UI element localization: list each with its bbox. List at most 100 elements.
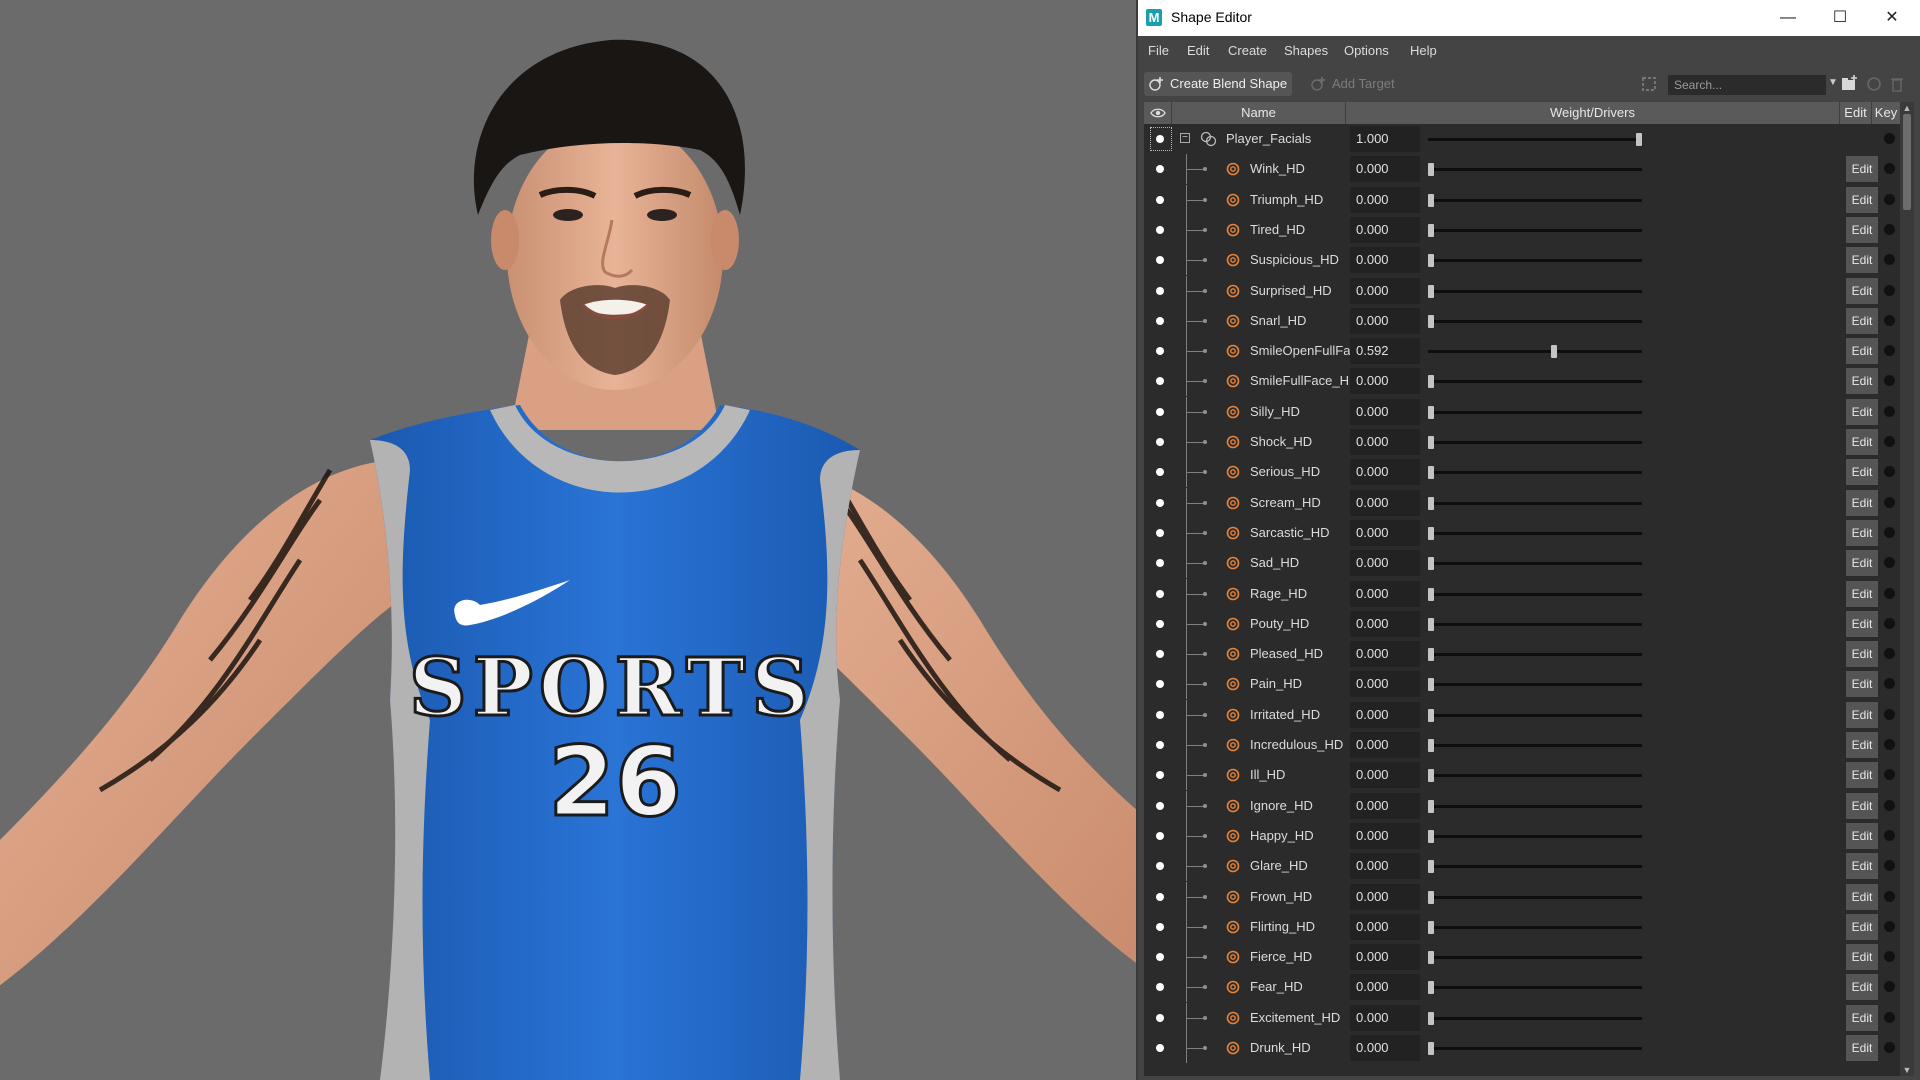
weight-field[interactable]: 0.000: [1350, 368, 1420, 394]
weight-field[interactable]: 0.000: [1350, 459, 1420, 485]
edit-button[interactable]: Edit: [1846, 187, 1878, 213]
edit-button[interactable]: Edit: [1846, 914, 1878, 940]
slider-handle[interactable]: [1428, 951, 1434, 964]
weight-field[interactable]: 0.000: [1350, 1035, 1420, 1061]
weight-field[interactable]: 0.000: [1350, 823, 1420, 849]
key-button[interactable]: [1884, 981, 1895, 992]
edit-button[interactable]: Edit: [1846, 823, 1878, 849]
visibility-toggle[interactable]: [1156, 983, 1164, 991]
key-button[interactable]: [1884, 345, 1895, 356]
minimize-button[interactable]: —: [1762, 0, 1814, 36]
visibility-toggle[interactable]: [1156, 347, 1164, 355]
weight-field[interactable]: 0.000: [1350, 762, 1420, 788]
target-row[interactable]: Sarcastic_HD 0.000 Edit: [1144, 518, 1900, 548]
visibility-toggle[interactable]: [1156, 377, 1164, 385]
target-row[interactable]: Fierce_HD 0.000 Edit: [1144, 942, 1900, 972]
visibility-toggle[interactable]: [1156, 196, 1164, 204]
target-row[interactable]: Silly_HD 0.000 Edit: [1144, 397, 1900, 427]
key-button[interactable]: [1884, 618, 1895, 629]
slider-handle[interactable]: [1636, 133, 1642, 146]
target-row[interactable]: Pleased_HD 0.000 Edit: [1144, 639, 1900, 669]
slider-handle[interactable]: [1428, 406, 1434, 419]
target-row[interactable]: Drunk_HD 0.000 Edit: [1144, 1033, 1900, 1063]
weight-field[interactable]: 0.000: [1350, 429, 1420, 455]
weight-slider[interactable]: [1428, 678, 1642, 691]
weight-slider[interactable]: [1428, 224, 1642, 237]
visibility-toggle[interactable]: [1156, 620, 1164, 628]
slider-handle[interactable]: [1551, 345, 1558, 358]
visibility-toggle[interactable]: [1156, 802, 1164, 810]
menu-shapes[interactable]: Shapes: [1284, 43, 1328, 58]
target-row[interactable]: Incredulous_HD 0.000 Edit: [1144, 730, 1900, 760]
slider-handle[interactable]: [1428, 194, 1434, 207]
key-button[interactable]: [1884, 800, 1895, 811]
slider-handle[interactable]: [1428, 1012, 1434, 1025]
visibility-toggle[interactable]: [1156, 1044, 1164, 1052]
edit-button[interactable]: Edit: [1846, 974, 1878, 1000]
visibility-toggle[interactable]: [1156, 711, 1164, 719]
visibility-toggle[interactable]: [1156, 771, 1164, 779]
weight-slider[interactable]: [1428, 860, 1642, 873]
visibility-toggle[interactable]: [1156, 741, 1164, 749]
edit-button[interactable]: Edit: [1846, 884, 1878, 910]
menu-edit[interactable]: Edit: [1187, 43, 1209, 58]
collapse-toggle[interactable]: −: [1180, 133, 1190, 143]
key-button[interactable]: [1884, 709, 1895, 720]
key-column-header[interactable]: Key: [1872, 102, 1900, 124]
vertical-scrollbar[interactable]: ▲ ▼: [1900, 102, 1914, 1076]
weight-slider[interactable]: [1428, 648, 1642, 661]
weight-slider[interactable]: [1428, 951, 1642, 964]
slider-handle[interactable]: [1428, 769, 1434, 782]
weight-field[interactable]: 0.000: [1350, 550, 1420, 576]
weight-slider[interactable]: [1428, 194, 1642, 207]
key-button[interactable]: [1884, 921, 1895, 932]
weight-field[interactable]: 0.000: [1350, 217, 1420, 243]
create-blend-shape-button[interactable]: Create Blend Shape: [1144, 72, 1292, 96]
edit-button[interactable]: Edit: [1846, 550, 1878, 576]
slider-handle[interactable]: [1428, 981, 1434, 994]
slider-handle[interactable]: [1428, 527, 1434, 540]
slider-handle[interactable]: [1428, 315, 1434, 328]
edit-button[interactable]: Edit: [1846, 732, 1878, 758]
target-row[interactable]: Sad_HD 0.000 Edit: [1144, 548, 1900, 578]
key-button[interactable]: [1884, 194, 1895, 205]
weight-slider[interactable]: [1428, 557, 1642, 570]
delete-icon[interactable]: [1888, 75, 1906, 93]
target-row[interactable]: Shock_HD 0.000 Edit: [1144, 427, 1900, 457]
weight-field[interactable]: 0.000: [1350, 944, 1420, 970]
visibility-toggle[interactable]: [1156, 1014, 1164, 1022]
key-button[interactable]: [1884, 1042, 1895, 1053]
weight-slider[interactable]: [1428, 800, 1642, 813]
visibility-toggle[interactable]: [1156, 499, 1164, 507]
weight-field[interactable]: 0.000: [1350, 914, 1420, 940]
visibility-column-header[interactable]: [1144, 102, 1172, 124]
edit-button[interactable]: Edit: [1846, 217, 1878, 243]
key-button[interactable]: [1884, 436, 1895, 447]
weight-field[interactable]: 0.000: [1350, 156, 1420, 182]
key-button[interactable]: [1884, 678, 1895, 689]
key-button[interactable]: [1884, 406, 1895, 417]
slider-handle[interactable]: [1428, 557, 1434, 570]
edit-button[interactable]: Edit: [1846, 793, 1878, 819]
edit-button[interactable]: Edit: [1846, 641, 1878, 667]
edit-column-header[interactable]: Edit: [1840, 102, 1872, 124]
slider-handle[interactable]: [1428, 618, 1434, 631]
key-button[interactable]: [1884, 527, 1895, 538]
edit-button[interactable]: Edit: [1846, 368, 1878, 394]
edit-button[interactable]: Edit: [1846, 338, 1878, 364]
weight-field[interactable]: 0.000: [1350, 671, 1420, 697]
slider-handle[interactable]: [1428, 1042, 1434, 1055]
weight-slider[interactable]: [1428, 1012, 1642, 1025]
slider-handle[interactable]: [1428, 375, 1434, 388]
slider-handle[interactable]: [1428, 285, 1434, 298]
visibility-toggle[interactable]: [1156, 438, 1164, 446]
key-button[interactable]: [1884, 497, 1895, 508]
slider-handle[interactable]: [1428, 800, 1434, 813]
target-row[interactable]: Tired_HD 0.000 Edit: [1144, 215, 1900, 245]
key-button[interactable]: [1884, 769, 1895, 780]
weight-slider[interactable]: [1428, 921, 1642, 934]
weight-field[interactable]: 0.000: [1350, 399, 1420, 425]
new-group-icon[interactable]: [1840, 74, 1858, 92]
target-row[interactable]: Irritated_HD 0.000 Edit: [1144, 700, 1900, 730]
target-row[interactable]: Pouty_HD 0.000 Edit: [1144, 609, 1900, 639]
